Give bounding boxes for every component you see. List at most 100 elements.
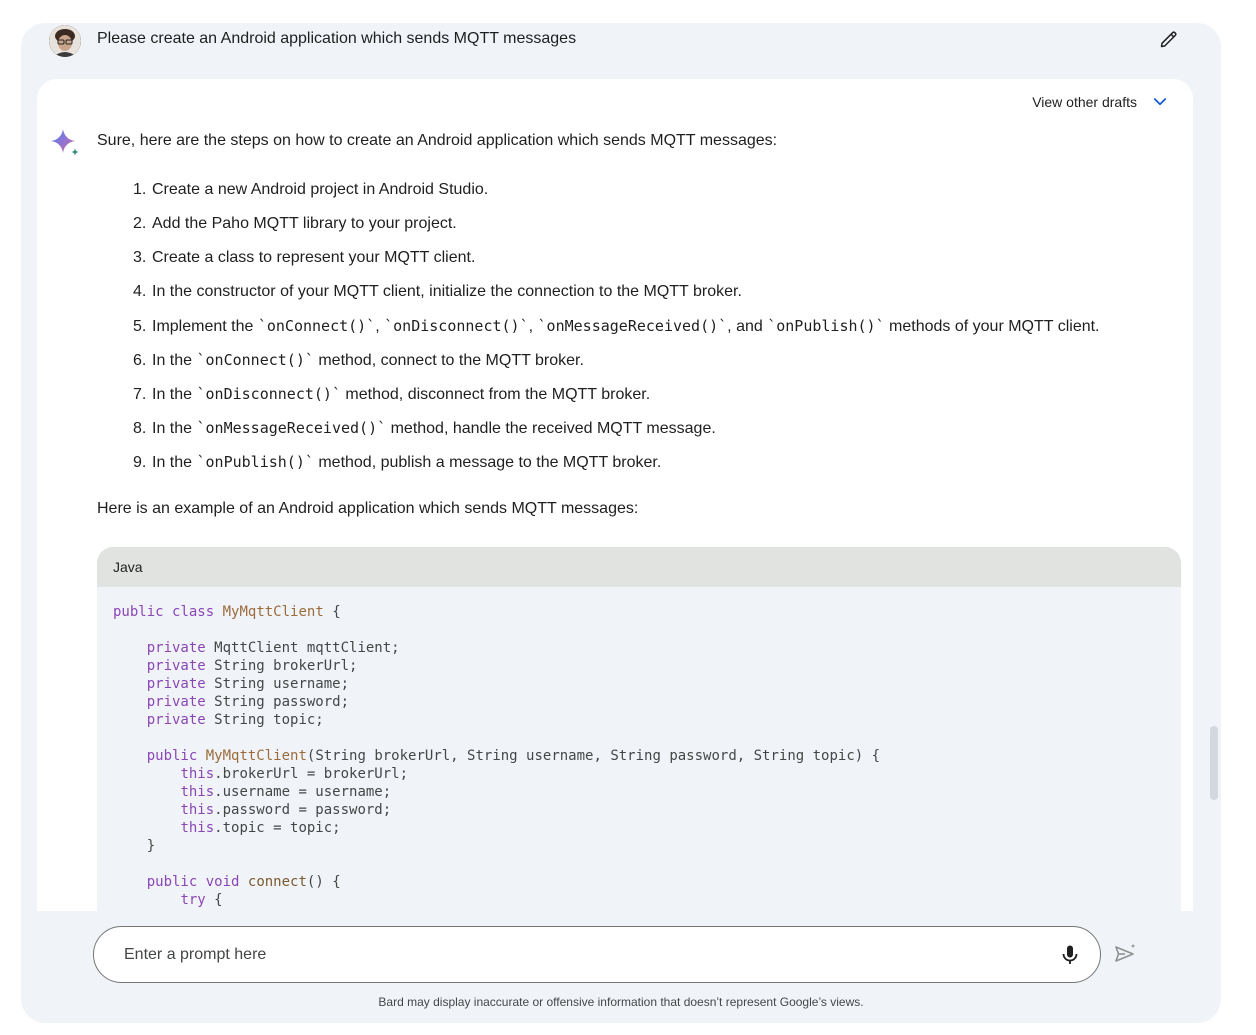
step-text: , [375, 318, 385, 335]
step-number: 8. [133, 420, 147, 437]
step-item: 6. In the `onConnect()` method, connect t… [133, 348, 1100, 382]
code-token: (String brokerUrl, String username, Stri… [306, 748, 881, 764]
code-token: private [146, 712, 206, 728]
inline-code: `onDisconnect()` [196, 385, 341, 403]
step-number: 5. [133, 318, 147, 335]
microphone-icon[interactable] [1058, 943, 1082, 967]
step-number: 3. [133, 249, 147, 266]
step-text: Create a class to represent your MQTT cl… [152, 249, 476, 266]
sparkle-icon [51, 129, 79, 156]
code-language-label: Java [97, 547, 1181, 587]
user-prompt-text: Please create an Android application whi… [97, 30, 577, 47]
step-item: 1. Create a new Android project in Androi… [133, 178, 1100, 212]
code-token: { [323, 604, 341, 620]
code-token: MqttClient mqttClient; [205, 640, 400, 656]
inline-code: `onDisconnect()` [384, 317, 529, 335]
steps-list: 1. Create a new Android project in Androi… [133, 178, 1100, 484]
code-line: private String topic; [113, 711, 1165, 729]
view-other-drafts-button[interactable]: View other drafts [1032, 93, 1169, 111]
user-prompt-row: Please create an Android application whi… [21, 23, 1221, 63]
step-number: 2. [133, 215, 147, 232]
step-number: 9. [133, 454, 147, 471]
response-card: View other drafts Sure, here are the ste… [37, 79, 1193, 911]
step-item: 3. Create a class to represent your MQTT … [133, 246, 1100, 280]
step-text: method, disconnect from the MQTT broker. [340, 386, 651, 403]
scrollbar-thumb[interactable] [1210, 726, 1218, 800]
step-text: methods of your MQTT client. [884, 318, 1100, 335]
step-text: , and [727, 318, 768, 335]
code-token: public [146, 874, 198, 890]
code-token: private [146, 676, 206, 692]
step-number: 7. [133, 386, 147, 403]
inline-code: `onMessageReceived()` [196, 419, 387, 437]
step-item: 8. In the `onMessageReceived()` method, h… [133, 416, 1100, 450]
inline-code: `onConnect()` [257, 317, 376, 335]
code-token: public [113, 604, 164, 620]
step-text: Add the Paho MQTT library to your projec… [152, 215, 457, 232]
inline-code: `onPublish()` [767, 317, 885, 335]
code-token: .password = password; [214, 802, 392, 818]
step-text: method, handle the received MQTT message… [386, 420, 716, 437]
step-text: In the [152, 420, 197, 437]
step-item: 4. In the constructor of your MQTT client… [133, 280, 1100, 314]
prompt-input[interactable] [124, 943, 1024, 967]
prompt-input-bar [93, 926, 1101, 983]
view-other-drafts-label: View other drafts [1032, 94, 1137, 110]
code-token: { [205, 892, 223, 908]
send-icon[interactable] [1113, 942, 1137, 966]
inline-code: `onMessageReceived()` [537, 317, 728, 335]
disclaimer-text: Bard may display inaccurate or offensive… [378, 995, 864, 1009]
step-text: method, connect to the MQTT broker. [313, 352, 584, 369]
code-line: this.topic = topic; [113, 819, 1165, 837]
step-text: Create a new Android project in Android … [152, 181, 489, 198]
code-content[interactable]: public class MyMqttClient { private Mqtt… [97, 587, 1181, 909]
code-token: class [172, 604, 215, 620]
code-line: this.brokerUrl = brokerUrl; [113, 765, 1165, 783]
code-line: public void connect() { [113, 873, 1165, 891]
code-line: public MyMqttClient(String brokerUrl, St… [113, 747, 1165, 765]
step-number: 1. [133, 181, 147, 198]
step-item: 9. In the `onPublish()` method, publish a… [133, 450, 1100, 484]
code-token: MyMqttClient [205, 748, 307, 764]
code-line: this.username = username; [113, 783, 1165, 801]
chevron-down-icon [1153, 98, 1167, 106]
step-text: In the [152, 386, 197, 403]
user-avatar [49, 25, 81, 57]
code-token: try [180, 892, 206, 908]
code-token: .topic = topic; [214, 820, 341, 836]
code-token: this [180, 820, 215, 836]
step-text: In the [152, 352, 197, 369]
pencil-icon [1160, 31, 1177, 48]
code-block: Java public class MyMqttClient { private… [97, 547, 1181, 911]
step-number: 4. [133, 283, 147, 300]
step-text: In the constructor of your MQTT client, … [152, 283, 742, 300]
code-token: connect [247, 874, 307, 890]
code-token: this [180, 766, 215, 782]
step-text: method, publish a message to the MQTT br… [313, 454, 662, 471]
step-item: 7. In the `onDisconnect()` method, discon… [133, 382, 1100, 416]
code-line: private String password; [113, 693, 1165, 711]
step-number: 6. [133, 352, 147, 369]
edit-prompt-button[interactable] [1157, 27, 1181, 51]
chat-frame: Please create an Android application whi… [21, 23, 1221, 1023]
step-text: In the [152, 454, 197, 471]
code-token: } [113, 838, 156, 854]
code-token: MyMqttClient [222, 604, 324, 620]
code-token: String brokerUrl; [205, 658, 358, 674]
code-line: } [113, 837, 1165, 855]
step-text: , [528, 318, 538, 335]
